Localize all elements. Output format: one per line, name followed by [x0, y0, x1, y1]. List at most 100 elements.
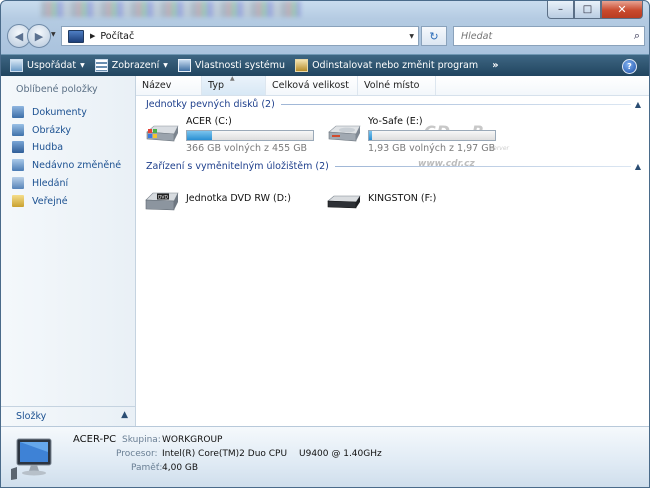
column-header-type[interactable]: ▲ Typ: [202, 75, 266, 95]
chevron-down-icon: ▼: [163, 62, 168, 69]
public-icon: [12, 195, 24, 207]
minimize-button[interactable]: –: [547, 1, 574, 19]
organize-button[interactable]: Uspořádat ▼: [5, 55, 90, 76]
system-properties-icon: [177, 59, 191, 72]
folders-label: Složky: [16, 411, 47, 422]
drive-item[interactable]: Yo-Safe (E:) 1,93 GB volných z 1,97 GB: [326, 116, 516, 156]
forward-button[interactable]: ▶: [27, 24, 51, 48]
search-box[interactable]: ⌕: [453, 26, 645, 46]
search-input[interactable]: [459, 29, 623, 43]
chevron-up-icon: ▲: [121, 410, 128, 420]
drive-item[interactable]: ACER (C:) 366 GB volných z 455 GB: [144, 116, 324, 156]
views-label: Zobrazení: [111, 60, 160, 71]
drive-item[interactable]: KINGSTON (F:): [326, 186, 476, 216]
refresh-button[interactable]: ↻: [421, 26, 447, 46]
processor-label: Procesor:: [116, 449, 158, 459]
drive-usage-bar: [368, 130, 496, 141]
favorites-heading: Oblíbené položky: [16, 84, 98, 95]
address-dropdown-icon[interactable]: ▼: [409, 33, 414, 40]
drive-free-space: 366 GB volných z 455 GB: [186, 143, 308, 154]
breadcrumb-separator-icon[interactable]: ▶: [90, 32, 95, 40]
system-properties-label: Vlastnosti systému: [194, 60, 286, 71]
computer-icon: [68, 29, 84, 43]
drive-name: KINGSTON (F:): [368, 193, 437, 204]
drive-usage-fill: [369, 131, 372, 140]
uninstall-label: Odinstalovat nebo změnit program: [312, 60, 479, 71]
drive-usage-bar: [186, 130, 314, 141]
computer-name: ACER-PC: [73, 434, 117, 445]
pictures-icon: [12, 124, 24, 136]
content-pane: Název ▲ Typ Celková velikost Volné místo…: [136, 75, 649, 426]
processor-value: Intel(R) Core(TM)2 Duo CPU: [162, 449, 288, 459]
group-title: Zařízení s vyměnitelným úložištěm (2): [146, 160, 329, 172]
column-header-free-space[interactable]: Volné místo: [358, 76, 436, 95]
sidebar-item-label: Hudba: [32, 141, 64, 153]
sidebar-item-label: Nedávno změněné: [32, 159, 122, 171]
uninstall-icon: [295, 59, 309, 72]
drive-name: Jednotka DVD RW (D:): [186, 193, 291, 204]
organize-label: Uspořádat: [27, 60, 77, 71]
sidebar-item-label: Hledání: [32, 177, 69, 189]
hard-drive-icon: [328, 125, 361, 142]
address-bar[interactable]: ▶ Počítač ▼: [61, 26, 419, 46]
back-arrow-icon: ◀: [14, 29, 24, 43]
group-divider: [280, 103, 631, 105]
breadcrumb-computer[interactable]: Počítač: [100, 31, 134, 42]
more-commands-button[interactable]: »: [487, 55, 503, 76]
sidebar-item-searches[interactable]: Hledání: [12, 177, 68, 189]
documents-icon: [12, 106, 24, 118]
system-properties-button[interactable]: Vlastnosti systému: [173, 55, 290, 76]
sidebar-item-documents[interactable]: Dokumenty: [12, 106, 87, 118]
drive-name: ACER (C:): [186, 116, 232, 127]
group-removable-storage[interactable]: Zařízení s vyměnitelným úložištěm (2) ▲: [146, 159, 641, 173]
workgroup-label: Skupina:: [122, 435, 161, 445]
sidebar-item-label: Dokumenty: [32, 106, 87, 118]
hard-drive-windows-icon: [146, 125, 179, 142]
address-row: ◀ ▶ ▼ ▶ Počítač ▼ ↻ ⌕: [7, 24, 645, 48]
music-icon: [12, 141, 24, 153]
column-header-total-size[interactable]: Celková velikost: [266, 76, 358, 95]
maximize-button[interactable]: □: [574, 1, 601, 19]
processor-model: U9400 @ 1.40GHz: [299, 449, 382, 459]
views-icon: [94, 59, 108, 72]
recent-icon: [12, 159, 24, 171]
forward-arrow-icon: ▶: [34, 29, 44, 43]
search-folder-icon: [12, 177, 24, 189]
sidebar-item-pictures[interactable]: Obrázky: [12, 124, 71, 136]
collapse-icon[interactable]: ▲: [635, 100, 641, 109]
workgroup-value: WORKGROUP: [162, 435, 223, 445]
navigation-pane: Oblíbené položky Dokumenty Obrázky Hudba…: [1, 76, 136, 426]
uninstall-program-button[interactable]: Odinstalovat nebo změnit program: [290, 55, 483, 76]
memory-value: 4,00 GB: [162, 463, 199, 473]
group-title: Jednotky pevných disků (2): [146, 98, 275, 110]
explorer-window: – □ ✕ ◀ ▶ ▼ ▶ Počítač ▼ ↻ ⌕ Uspořádat ▼ …: [0, 0, 650, 488]
command-bar: Uspořádat ▼ Zobrazení ▼ Vlastnosti systé…: [1, 54, 649, 76]
close-button[interactable]: ✕: [601, 1, 643, 19]
drive-usage-fill: [187, 131, 213, 140]
help-button[interactable]: ?: [622, 59, 637, 74]
details-pane: ACER-PC Skupina: WORKGROUP Procesor: Int…: [1, 426, 649, 487]
chevron-down-icon: ▼: [80, 62, 85, 69]
search-icon[interactable]: ⌕: [634, 29, 640, 43]
computer-monitor-icon: [11, 438, 52, 480]
column-headers: Název ▲ Typ Celková velikost Volné místo: [136, 75, 649, 96]
group-divider: [334, 165, 631, 167]
drive-free-space: 1,93 GB volných z 1,97 GB: [368, 143, 496, 154]
collapse-icon[interactable]: ▲: [635, 162, 641, 171]
drive-name: Yo-Safe (E:): [368, 116, 423, 127]
sidebar-item-recent[interactable]: Nedávno změněné: [12, 159, 121, 171]
group-hard-drives[interactable]: Jednotky pevných disků (2) ▲: [146, 97, 641, 111]
sidebar-item-public[interactable]: Veřejné: [12, 195, 68, 207]
sidebar-item-label: Obrázky: [32, 124, 72, 136]
memory-label: Paměť:: [131, 463, 163, 473]
organize-icon: [10, 59, 23, 72]
refresh-icon: ↻: [429, 29, 439, 43]
column-header-name[interactable]: Název: [136, 76, 202, 95]
title-bar-blurred-background: [41, 1, 301, 17]
recent-pages-dropdown[interactable]: ▼: [51, 31, 56, 38]
sidebar-item-music[interactable]: Hudba: [12, 141, 63, 153]
views-button[interactable]: Zobrazení ▼: [90, 55, 173, 76]
caption-buttons: – □ ✕: [547, 1, 643, 19]
folders-toggle[interactable]: Složky ▲: [1, 406, 135, 427]
drive-item[interactable]: DVD Jednotka DVD RW (D:): [144, 186, 314, 216]
